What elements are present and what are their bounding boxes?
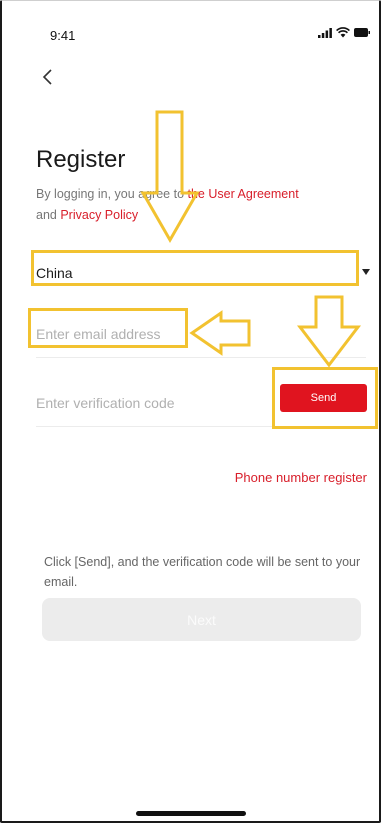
left-arrow-icon bbox=[189, 310, 251, 356]
down-arrow-icon bbox=[140, 110, 200, 244]
annotation-arrows bbox=[140, 110, 362, 368]
down-arrow-icon bbox=[296, 295, 362, 368]
